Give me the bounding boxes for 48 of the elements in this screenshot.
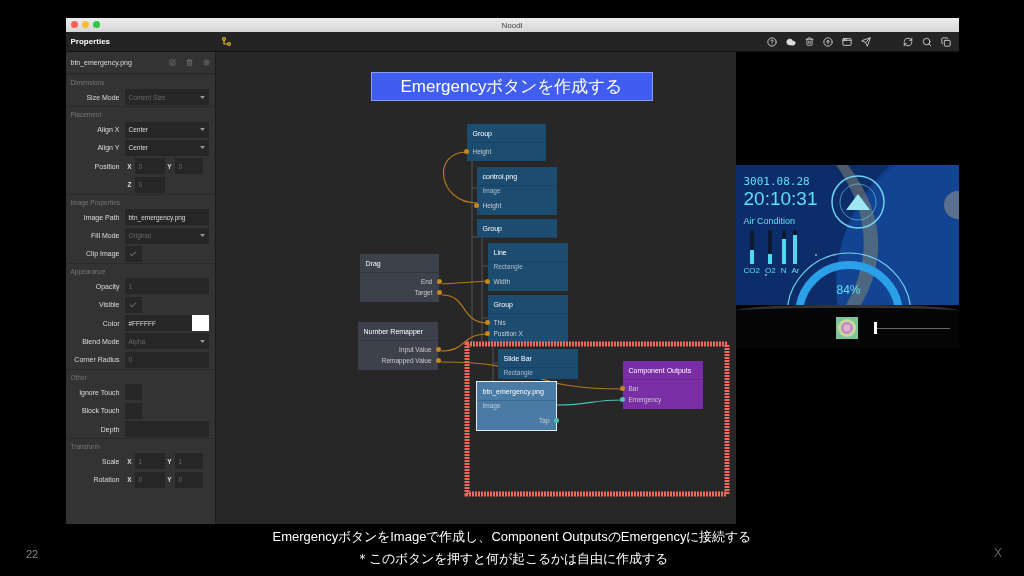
caption: ＊このボタンを押すと何が起こるかは自由に作成する	[356, 550, 668, 568]
node-tree-icon[interactable]	[221, 37, 231, 46]
emergency-button-icon[interactable]	[835, 317, 858, 339]
port-dot[interactable]	[484, 279, 490, 284]
gas-label: CO2	[743, 266, 760, 275]
port-dot[interactable]	[484, 320, 490, 325]
copy-icon[interactable]	[940, 36, 951, 47]
check-icon	[129, 300, 137, 309]
caption: EmergencyボタンをImageで作成し、Component OutputsのEmergencyに接続する	[272, 528, 752, 546]
corner-mark: X	[993, 546, 1003, 562]
window-icon[interactable]	[841, 36, 852, 47]
trash-icon[interactable]	[804, 37, 814, 46]
search-icon[interactable]	[921, 36, 932, 47]
annotation-banner: Emergencyボタンを作成する	[370, 72, 653, 101]
caret-icon	[199, 128, 205, 132]
port-dot[interactable]	[435, 358, 441, 363]
port-dot[interactable]	[619, 397, 625, 402]
window-title: Noodl	[501, 20, 523, 30]
port-dot[interactable]	[473, 203, 479, 208]
page-number: 22	[25, 548, 40, 562]
send-icon[interactable]	[860, 36, 871, 47]
checkbox[interactable]	[124, 296, 142, 313]
air-condition-title: Air Condition	[743, 216, 797, 226]
port-dot[interactable]	[463, 149, 469, 154]
time-text: 20:10:31	[743, 188, 818, 210]
port-dot[interactable]	[435, 347, 441, 352]
gas-label: N	[780, 266, 787, 275]
checkbox[interactable]	[124, 245, 142, 262]
caret-icon	[199, 146, 205, 150]
panel-title: Properties	[70, 37, 111, 46]
port-dot[interactable]	[484, 331, 490, 336]
refresh-icon[interactable]	[902, 36, 913, 47]
gas-label: Ar	[791, 266, 800, 275]
caret-icon	[199, 234, 205, 238]
gas-label: O2	[764, 266, 776, 275]
port-dot[interactable]	[619, 386, 625, 391]
gauge-percent: 84%	[836, 283, 861, 297]
port-dot[interactable]	[553, 418, 559, 423]
check-icon	[129, 249, 137, 258]
help-icon[interactable]	[766, 36, 777, 47]
cloud-icon[interactable]	[785, 36, 796, 47]
caret-icon	[199, 340, 205, 343]
upload-icon[interactable]	[822, 36, 833, 47]
date-text: 3001.08.28	[743, 175, 811, 188]
port-dot[interactable]	[436, 290, 442, 295]
port-dot[interactable]	[436, 279, 442, 284]
slider-thumb[interactable]	[873, 322, 877, 334]
caret-icon	[199, 95, 205, 99]
